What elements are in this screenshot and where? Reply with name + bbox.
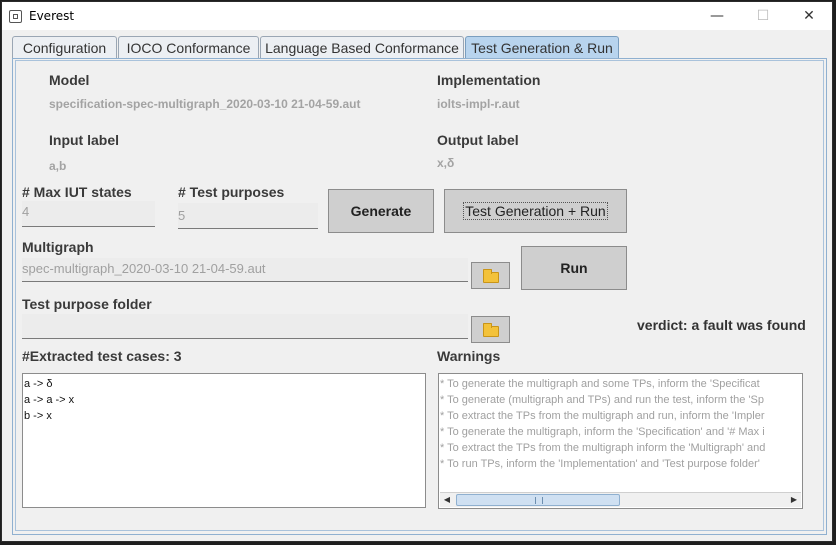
implementation-label: Implementation [437,72,541,88]
extracted-test-cases-area[interactable]: a -> δ a -> a -> x b -> x [22,373,426,508]
app-icon [9,10,22,23]
main-window: Everest — ☐ ✕ Configuration IOCO Conform… [1,1,833,542]
max-iut-states-field[interactable]: 4 [22,201,155,227]
extracted-test-cases-label: #Extracted test cases: 3 [22,348,182,364]
test-generation-run-button[interactable]: Test Generation + Run [444,189,627,233]
test-purpose-folder-field[interactable] [22,314,468,339]
test-case-line: a -> a -> x [24,394,75,406]
warning-line: * To generate the multigraph, inform the… [440,426,765,438]
warnings-horizontal-scrollbar[interactable]: ◀ ▶ [440,492,801,507]
generate-button[interactable]: Generate [328,189,434,233]
scrollbar-thumb[interactable] [456,494,620,506]
warning-line: * To run TPs, inform the 'Implementation… [440,458,760,470]
model-label: Model [49,72,90,88]
run-button-label: Run [560,260,588,276]
input-label-title: Input label [49,132,119,148]
multigraph-label: Multigraph [22,239,94,255]
warnings-label: Warnings [437,348,501,364]
grip-icon [535,497,543,504]
input-label-value: a,b [49,159,67,173]
test-case-line: b -> x [24,410,52,422]
warning-line: * To extract the TPs from the multigraph… [440,442,766,454]
folder-icon [483,269,499,283]
warning-line: * To extract the TPs from the multigraph… [440,410,765,422]
maximize-button[interactable]: ☐ [740,2,786,30]
test-purpose-folder-browse-button[interactable] [471,316,510,343]
warning-line: * To generate (multigraph and TPs) and r… [440,394,764,406]
close-button[interactable]: ✕ [786,2,832,30]
multigraph-field[interactable]: spec-multigraph_2020-03-10 21-04-59.aut [22,258,468,282]
tab-language-based-conformance[interactable]: Language Based Conformance [260,36,464,58]
test-case-line: a -> δ [24,378,53,390]
warning-line: * To generate the multigraph and some TP… [440,378,760,390]
max-iut-states-label: # Max IUT states [22,184,132,200]
scroll-left-arrow-icon[interactable]: ◀ [440,493,454,507]
generate-button-label: Generate [350,203,412,219]
output-label-title: Output label [437,132,519,148]
tab-test-generation-run[interactable]: Test Generation & Run [465,36,619,58]
warnings-area[interactable]: * To generate the multigraph and some TP… [438,373,803,509]
multigraph-browse-button[interactable] [471,262,510,289]
model-value: specification-spec-multigraph_2020-03-10… [49,97,361,111]
test-purposes-field[interactable]: 5 [178,203,318,229]
window-title: Everest [29,9,75,23]
tab-configuration[interactable]: Configuration [12,36,117,58]
implementation-value: iolts-impl-r.aut [437,97,520,111]
scroll-right-arrow-icon[interactable]: ▶ [787,493,801,507]
warnings-content: * To generate the multigraph and some TP… [439,374,802,491]
verdict-text: verdict: a fault was found [637,317,806,333]
output-label-value: x,δ [437,156,455,170]
folder-icon [483,323,499,337]
test-purposes-label: # Test purposes [178,184,285,200]
run-button[interactable]: Run [521,246,627,290]
minimize-button[interactable]: — [694,2,740,30]
title-bar: Everest — ☐ ✕ [2,2,832,30]
test-generation-run-button-label: Test Generation + Run [463,202,608,220]
test-purpose-folder-label: Test purpose folder [22,296,152,312]
tab-ioco-conformance[interactable]: IOCO Conformance [118,36,259,58]
